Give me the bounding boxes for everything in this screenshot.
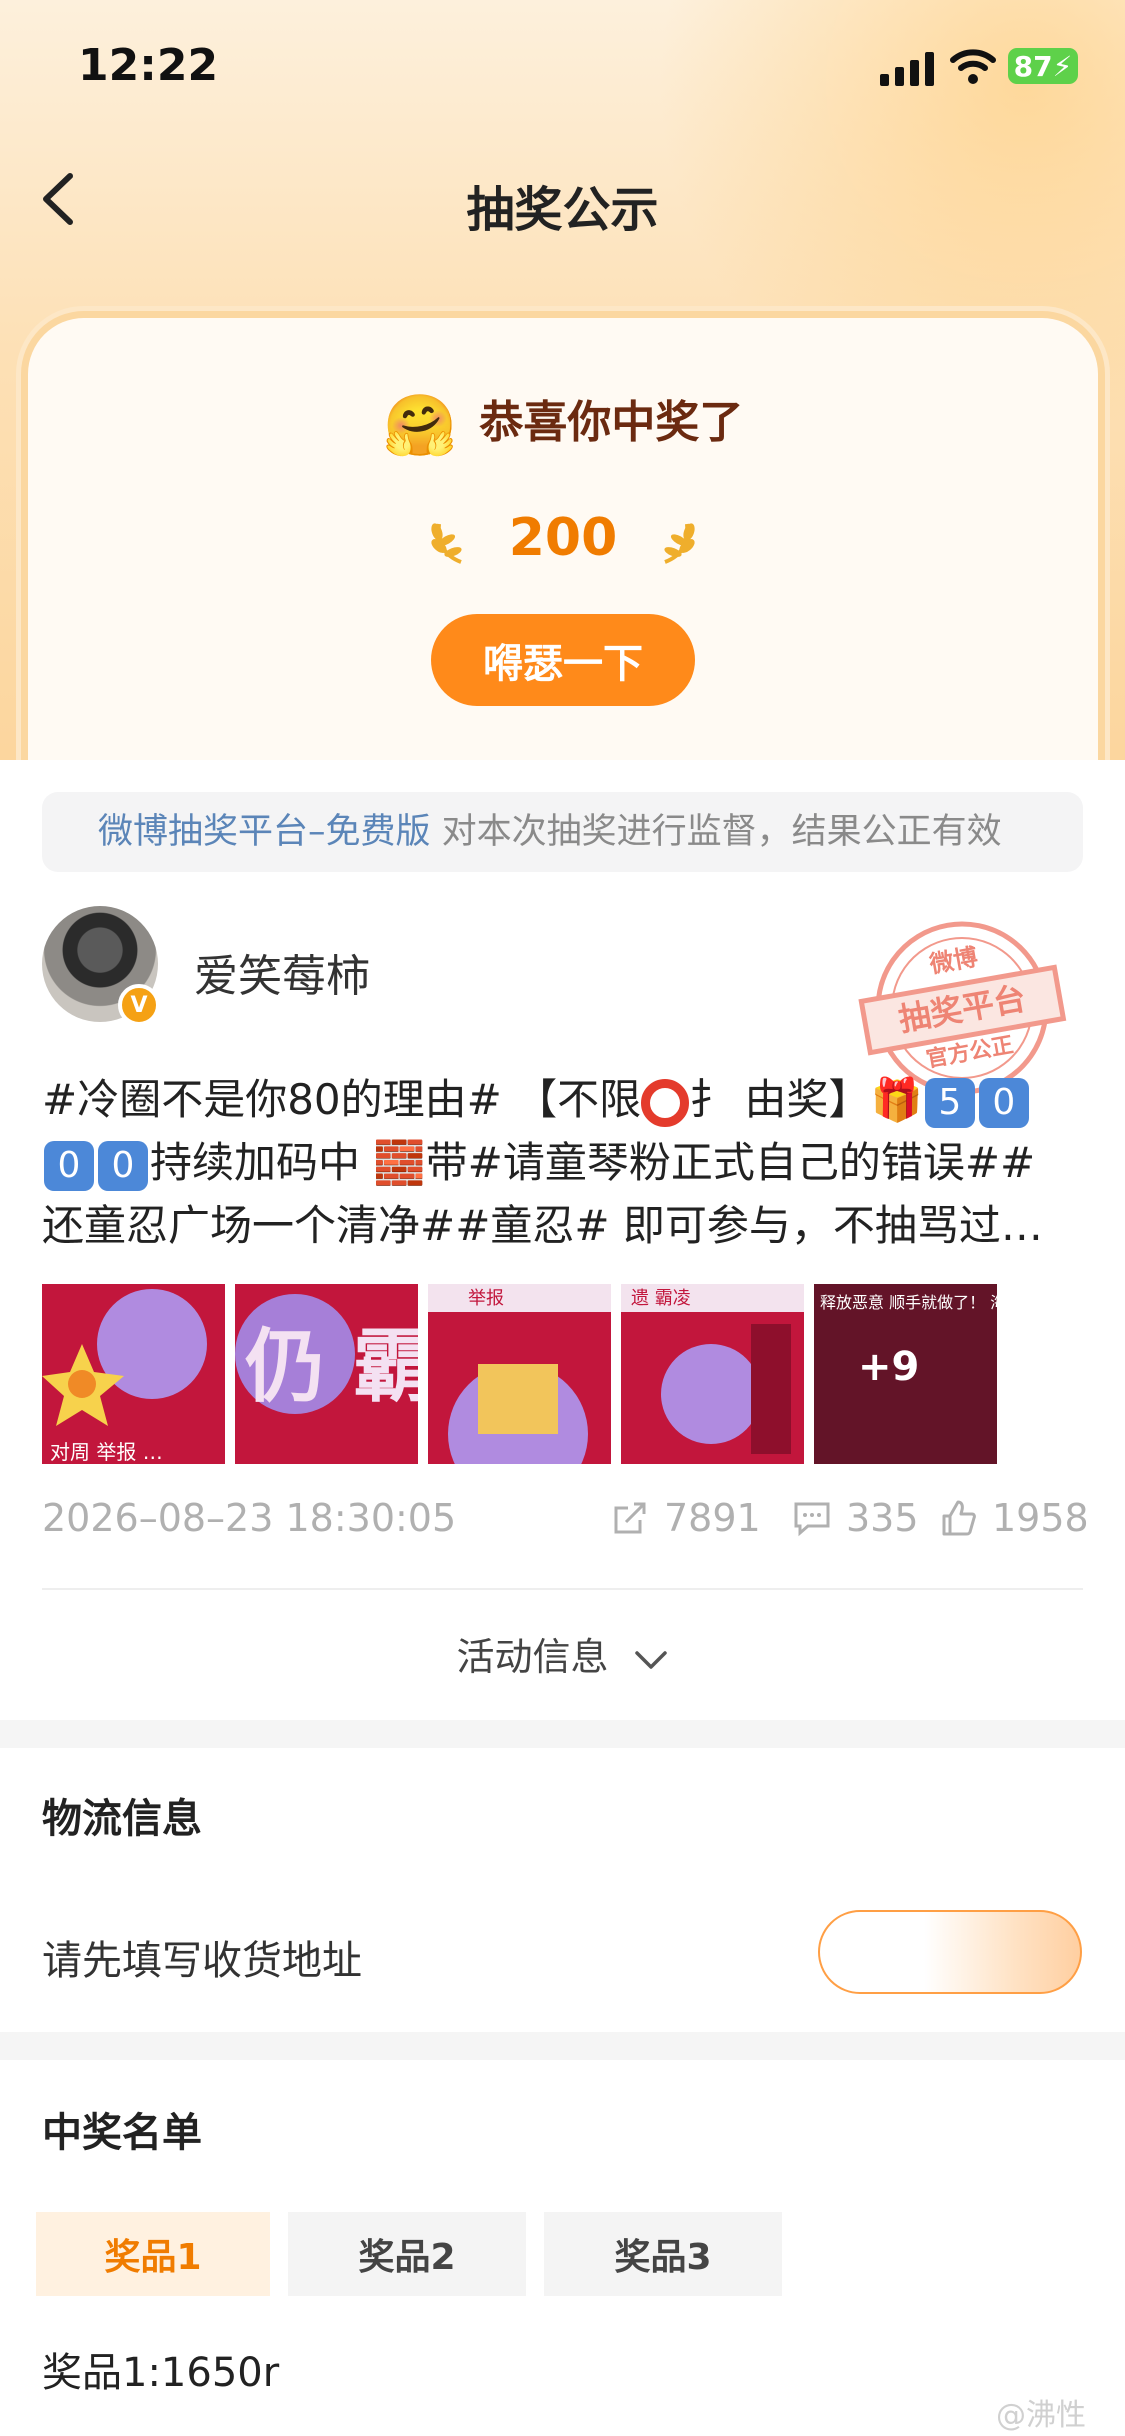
brick-icon: 🧱 [373,1138,426,1187]
wifi-icon [950,49,996,84]
more-images-count: +9 [858,1344,920,1390]
fill-address-button[interactable] [818,1910,1082,1994]
thumbnail-5-caption: 释放恶意 顺手就做了！ 海外同好repo 游客gc [820,1293,997,1312]
repost-icon [614,1502,646,1534]
comment-icon [794,1502,830,1537]
thumbnail-3-caption: 举报 [468,1288,504,1309]
tab-prize-2[interactable]: 奖品2 [288,2212,526,2296]
address-prompt: 请先填写收货地址 [42,1938,362,1984]
thumbnail-2[interactable]: 仍 霸 [235,1284,418,1464]
keycap-5-icon: 5 [924,1077,975,1128]
prize-amount: 200 [28,508,1098,568]
post-line1-a: #冷圈不是你80的理由# 【不限 [42,1075,642,1124]
like-button[interactable]: 1958 [938,1496,1089,1540]
winners-title: 中奖名单 [42,2110,202,2156]
red-circle-icon [641,1078,690,1127]
image-thumbnails: 对周 举报 … 仍 霸 举报 遗 霸凌 释放恶意 顺手就做了！ +9 [42,1284,1042,1464]
post-line2-a: 持续加码中 [150,1138,374,1187]
logistics-title: 物流信息 [42,1796,202,1842]
verified-badge-icon: V [118,984,160,1026]
like-icon [942,1500,976,1536]
post-line-1: #冷圈不是你80的理由# 【不限扌 由奖】🎁 5 0 [42,1068,1092,1131]
congrats-message: 🤗 恭喜你中奖了 [28,386,1098,461]
congrats-text: 恭喜你中奖了 [479,397,744,448]
gift-icon: 🎁 [870,1075,923,1124]
post-meta: 2026–08–23 18:30:05 7891 335 1958 [42,1496,1089,1546]
tab-prize-3[interactable]: 奖品3 [544,2212,782,2296]
post-line2-b: 带#请童琴粉正式自己的错误## [425,1138,1036,1187]
chevron-down-icon [634,1650,667,1669]
username[interactable]: 爱笑莓柿 [194,940,370,1004]
divider [42,1588,1083,1590]
thumbnail-4-caption: 遗 霸凌 [631,1288,691,1309]
page-title: 抽奖公示 [466,182,659,238]
status-bar: 12:22 87 ⚡ [0,0,1125,130]
post-line-2: 0 0 持续加码中 🧱带#请童琴粉正式自己的错误## [42,1131,1092,1194]
status-time: 12:22 [78,40,219,91]
thumbnail-1-caption: 对周 举报 … [50,1440,163,1464]
laurel-left-icon [430,523,462,564]
section-gap [0,2032,1125,2060]
thumbnail-2-caption: 仍 霸 [245,1320,418,1413]
keycap-0-icon: 0 [978,1077,1029,1128]
watermark: @沸性 [996,2398,1086,2433]
battery-level: 87 [1013,49,1053,83]
thumbnail-3[interactable]: 举报 [428,1284,611,1464]
thumbnail-5[interactable]: 释放恶意 顺手就做了！ 海外同好repo 游客gc +9 [814,1284,997,1464]
flaunt-button[interactable]: 嘚瑟一下 [431,614,695,706]
thumbnail-4[interactable]: 遗 霸凌 [621,1284,804,1464]
laurel-right-icon [664,523,695,564]
activity-info-toggle[interactable]: 活动信息 [0,1626,1125,1681]
celebrate-emoji-icon: 🤗 [382,390,458,461]
win-card: 🤗 恭喜你中奖了 200 嘚瑟一下 [28,318,1098,818]
prize-line: 奖品1:1650r [42,2350,280,2396]
tab-prize-1[interactable]: 奖品1 [36,2212,270,2296]
keycap-0-icon: 0 [44,1140,94,1191]
keycap-0-icon: 0 [98,1140,148,1191]
comment-button[interactable]: 335 [792,1496,919,1540]
stamp-line1: 微博 [927,943,980,979]
thumbnail-1[interactable]: 对周 举报 … [42,1284,225,1464]
amount-value: 200 [508,508,618,568]
comment-count: 335 [846,1496,919,1540]
post-text[interactable]: #冷圈不是你80的理由# 【不限扌 由奖】🎁 5 0 0 0 持续加码中 🧱带#请童琴粉… [42,1068,1092,1257]
nav-bar: 抽奖公示 [0,150,1125,250]
platform-notice[interactable]: 微博抽奖平台–免费版 对本次抽奖进行监督，结果公正有效 [42,792,1083,872]
activity-label: 活动信息 [456,1635,609,1679]
repost-button[interactable]: 7891 [610,1496,761,1540]
like-count: 1958 [992,1496,1089,1540]
post-date: 2026–08–23 18:30:05 [42,1496,457,1540]
platform-link[interactable]: 微博抽奖平台–免费版 [98,812,431,852]
post-line-3: 还童忍广场一个清净##童忍# 即可参与，不抽骂过… [42,1201,1043,1250]
repost-count: 7891 [664,1496,761,1540]
battery-icon: 87 ⚡ [1008,48,1078,84]
notice-text: 对本次抽奖进行监督，结果公正有效 [430,812,1002,852]
section-gap [0,1720,1125,1748]
post-line1-b: 扌 由奖】 [689,1075,871,1124]
cellular-signal-icon [880,52,934,86]
